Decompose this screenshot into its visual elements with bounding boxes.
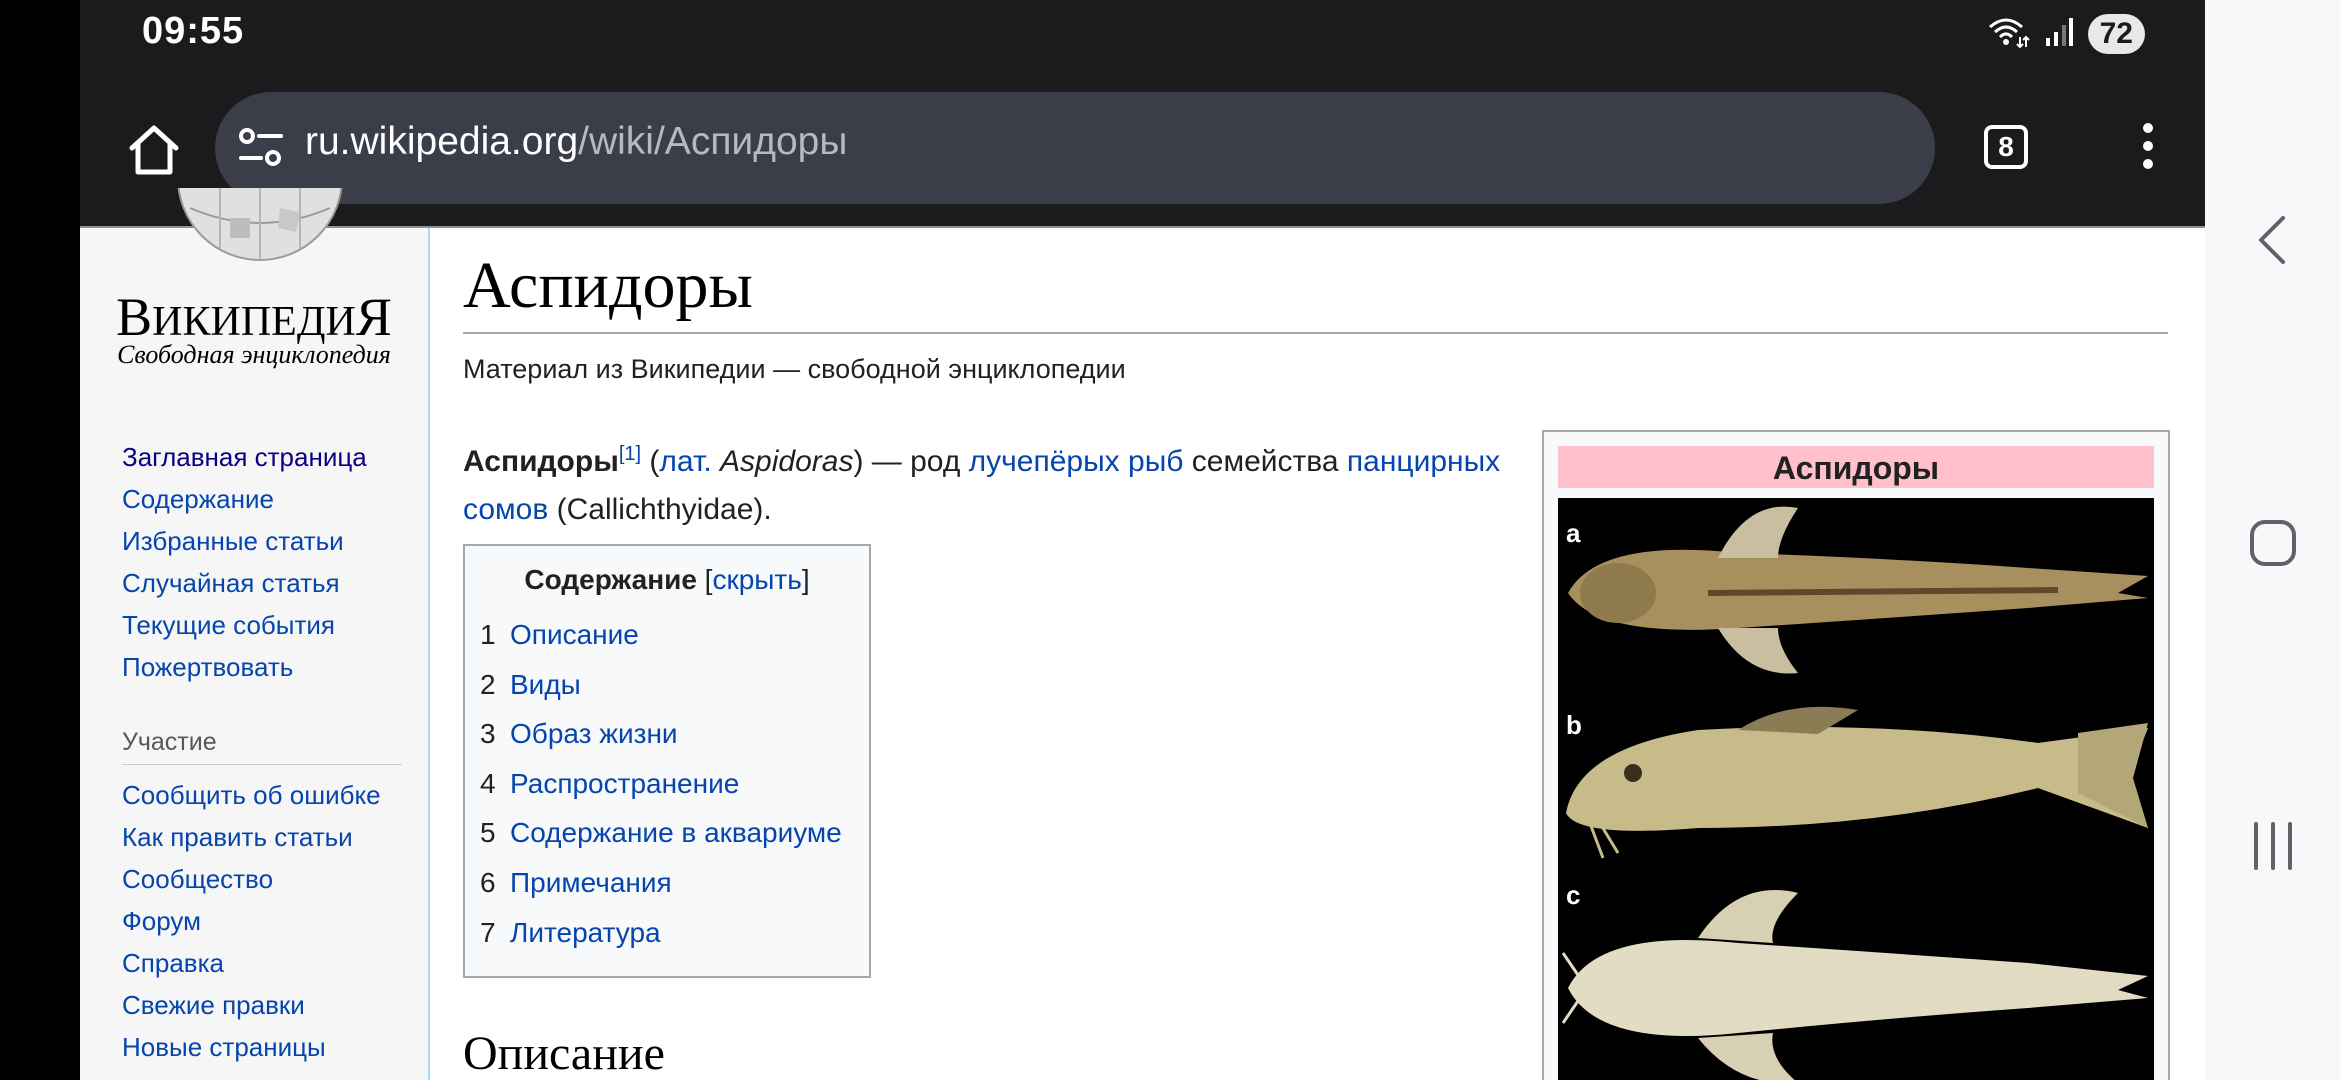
- toc-list: 1 Описание 2 Виды 3 Образ жизни 4 Распростра…: [480, 610, 842, 957]
- title-divider: [463, 332, 2168, 334]
- toc-item[interactable]: 6 Примечания: [480, 858, 842, 908]
- participation-heading: Участие: [122, 728, 217, 756]
- nav-new-pages[interactable]: Новые страницы: [122, 1026, 381, 1068]
- recent-apps-icon: [2253, 822, 2292, 870]
- infobox-title: Аспидоры: [1558, 446, 2154, 488]
- fish-label-b: b: [1566, 710, 1582, 740]
- page-title: Аспидоры: [463, 249, 753, 322]
- battery-indicator: 72: [2087, 14, 2145, 54]
- screen-left-edge: [0, 0, 80, 1080]
- nav-community[interactable]: Сообщество: [122, 858, 381, 900]
- taxobox-infobox: Аспидоры a b c: [1542, 430, 2170, 1080]
- nav-report-error[interactable]: Сообщить об ошибке: [122, 774, 381, 816]
- system-navigation-bar: [2205, 0, 2340, 1080]
- nav-contents[interactable]: Содержание: [122, 478, 367, 520]
- tab-switcher-button[interactable]: 8: [1978, 119, 2034, 175]
- site-settings-icon[interactable]: [235, 122, 287, 174]
- latin-abbrev-link[interactable]: лат.: [659, 445, 711, 478]
- article-content: Аспидоры Материал из Википедии — свободн…: [430, 228, 2205, 1080]
- toc-title: Содержание: [524, 564, 697, 595]
- back-button[interactable]: [2205, 210, 2340, 270]
- reference-link[interactable]: [1]: [619, 443, 641, 465]
- toc-hide-toggle[interactable]: скрыть: [712, 564, 801, 595]
- toc-item[interactable]: 4 Распространение: [480, 759, 842, 809]
- browser-screen: 09:55 72 ru.wikipedia.org/wiki/Аспидоры …: [80, 0, 2205, 1080]
- signal-icon: [2044, 16, 2074, 53]
- fish-photo[interactable]: a b c: [1558, 498, 2154, 1080]
- nav-how-to-edit[interactable]: Как править статьи: [122, 816, 381, 858]
- ray-finned-fish-link[interactable]: лучепёрых рыб: [969, 445, 1184, 478]
- status-icons: 72: [1986, 14, 2145, 54]
- intro-term: Аспидоры: [463, 445, 619, 478]
- participation-navigation: Сообщить об ошибке Как править статьи Со…: [122, 774, 381, 1068]
- intro-paragraph: Аспидоры[1] (лат. Aspidoras) — род лучеп…: [463, 443, 1501, 526]
- nav-forum[interactable]: Форум: [122, 900, 381, 942]
- browser-toolbar: ru.wikipedia.org/wiki/Аспидоры 8: [80, 68, 2205, 226]
- fish-label-a: a: [1566, 518, 1581, 548]
- status-bar: 09:55 72: [80, 0, 2205, 68]
- wikipedia-globe-logo[interactable]: [160, 188, 360, 268]
- wifi-icon: [1986, 15, 2030, 54]
- wikipedia-wordmark[interactable]: ВИКИПЕДИЯ: [80, 286, 428, 348]
- home-nav-button[interactable]: [2205, 515, 2340, 571]
- latin-name: Aspidoras: [720, 445, 854, 478]
- nav-divider: [122, 764, 402, 765]
- fish-label-c: c: [1566, 880, 1580, 910]
- site-tagline: Материал из Википедии — свободной энцикл…: [463, 354, 1126, 384]
- address-bar[interactable]: ru.wikipedia.org/wiki/Аспидоры: [215, 92, 1935, 204]
- home-button[interactable]: [118, 114, 190, 186]
- wiki-sidebar: ВИКИПЕДИЯ Свободная энциклопедия Заглавн…: [80, 188, 430, 1080]
- section-heading-description: Описание: [463, 1027, 665, 1080]
- toc-item[interactable]: 2 Виды: [480, 660, 842, 710]
- toc-header: Содержание [скрыть]: [524, 564, 810, 595]
- tab-count: 8: [1984, 125, 2028, 169]
- more-options-button[interactable]: [2120, 118, 2176, 174]
- toc-item[interactable]: 5 Содержание в аквариуме: [480, 808, 842, 858]
- toc-item[interactable]: 7 Литература: [480, 908, 842, 958]
- nav-main-page[interactable]: Заглавная страница: [122, 436, 367, 478]
- nav-random-article[interactable]: Случайная статья: [122, 562, 367, 604]
- toc-item[interactable]: 1 Описание: [480, 610, 842, 660]
- main-navigation: Заглавная страница Содержание Избранные …: [122, 436, 367, 688]
- url-text[interactable]: ru.wikipedia.org/wiki/Аспидоры: [305, 120, 847, 164]
- recent-apps-button[interactable]: [2205, 818, 2340, 874]
- kebab-menu-icon: [2143, 123, 2153, 169]
- home-icon: [129, 125, 179, 175]
- nav-featured-articles[interactable]: Избранные статьи: [122, 520, 367, 562]
- nav-current-events[interactable]: Текущие события: [122, 604, 367, 646]
- url-host: ru.wikipedia.org: [305, 120, 579, 163]
- home-square-icon: [2249, 520, 2296, 566]
- nav-recent-changes[interactable]: Свежие правки: [122, 984, 381, 1026]
- wikipedia-tagline: Свободная энциклопедия: [117, 340, 391, 369]
- status-clock: 09:55: [142, 10, 245, 52]
- nav-donate[interactable]: Пожертвовать: [122, 646, 367, 688]
- toc-item[interactable]: 3 Образ жизни: [480, 709, 842, 759]
- back-chevron-icon: [2258, 216, 2285, 264]
- url-path: /wiki/Аспидоры: [578, 120, 848, 163]
- nav-help[interactable]: Справка: [122, 942, 381, 984]
- table-of-contents: Содержание [скрыть] 1 Описание 2 Виды 3 Обр…: [463, 544, 871, 978]
